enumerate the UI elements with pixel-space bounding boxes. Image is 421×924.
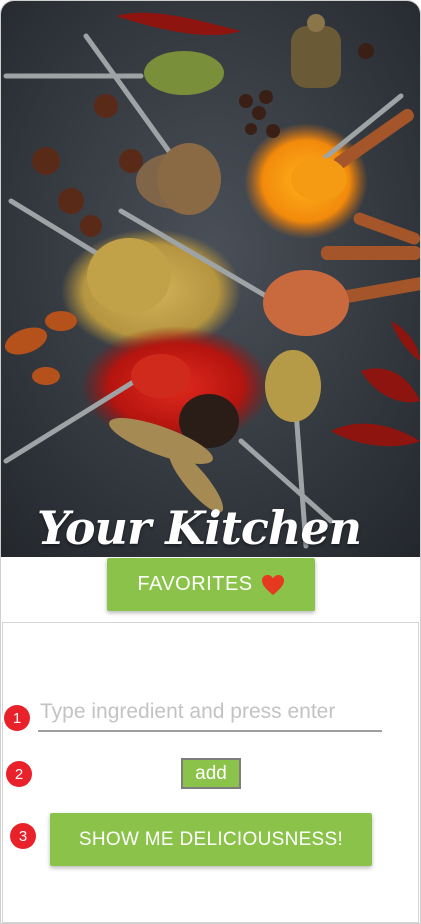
hero-banner: Your Kitchen — [1, 1, 420, 557]
annotation-badge-3: 3 — [10, 823, 36, 849]
page-title: Your Kitchen — [37, 501, 362, 555]
spices-photo — [1, 1, 420, 557]
favorites-button[interactable]: FAVORITES — [107, 558, 315, 611]
app-frame: Your Kitchen FAVORITES add SHOW ME DELIC… — [0, 0, 421, 924]
favorites-label: FAVORITES — [137, 573, 253, 595]
annotation-badge-1: 1 — [4, 705, 30, 731]
show-deliciousness-button[interactable]: SHOW ME DELICIOUSNESS! — [50, 813, 372, 866]
heart-icon — [261, 574, 284, 595]
add-ingredient-button[interactable]: add — [181, 758, 241, 789]
ingredient-input[interactable] — [38, 694, 382, 732]
annotation-badge-2: 2 — [6, 761, 32, 787]
